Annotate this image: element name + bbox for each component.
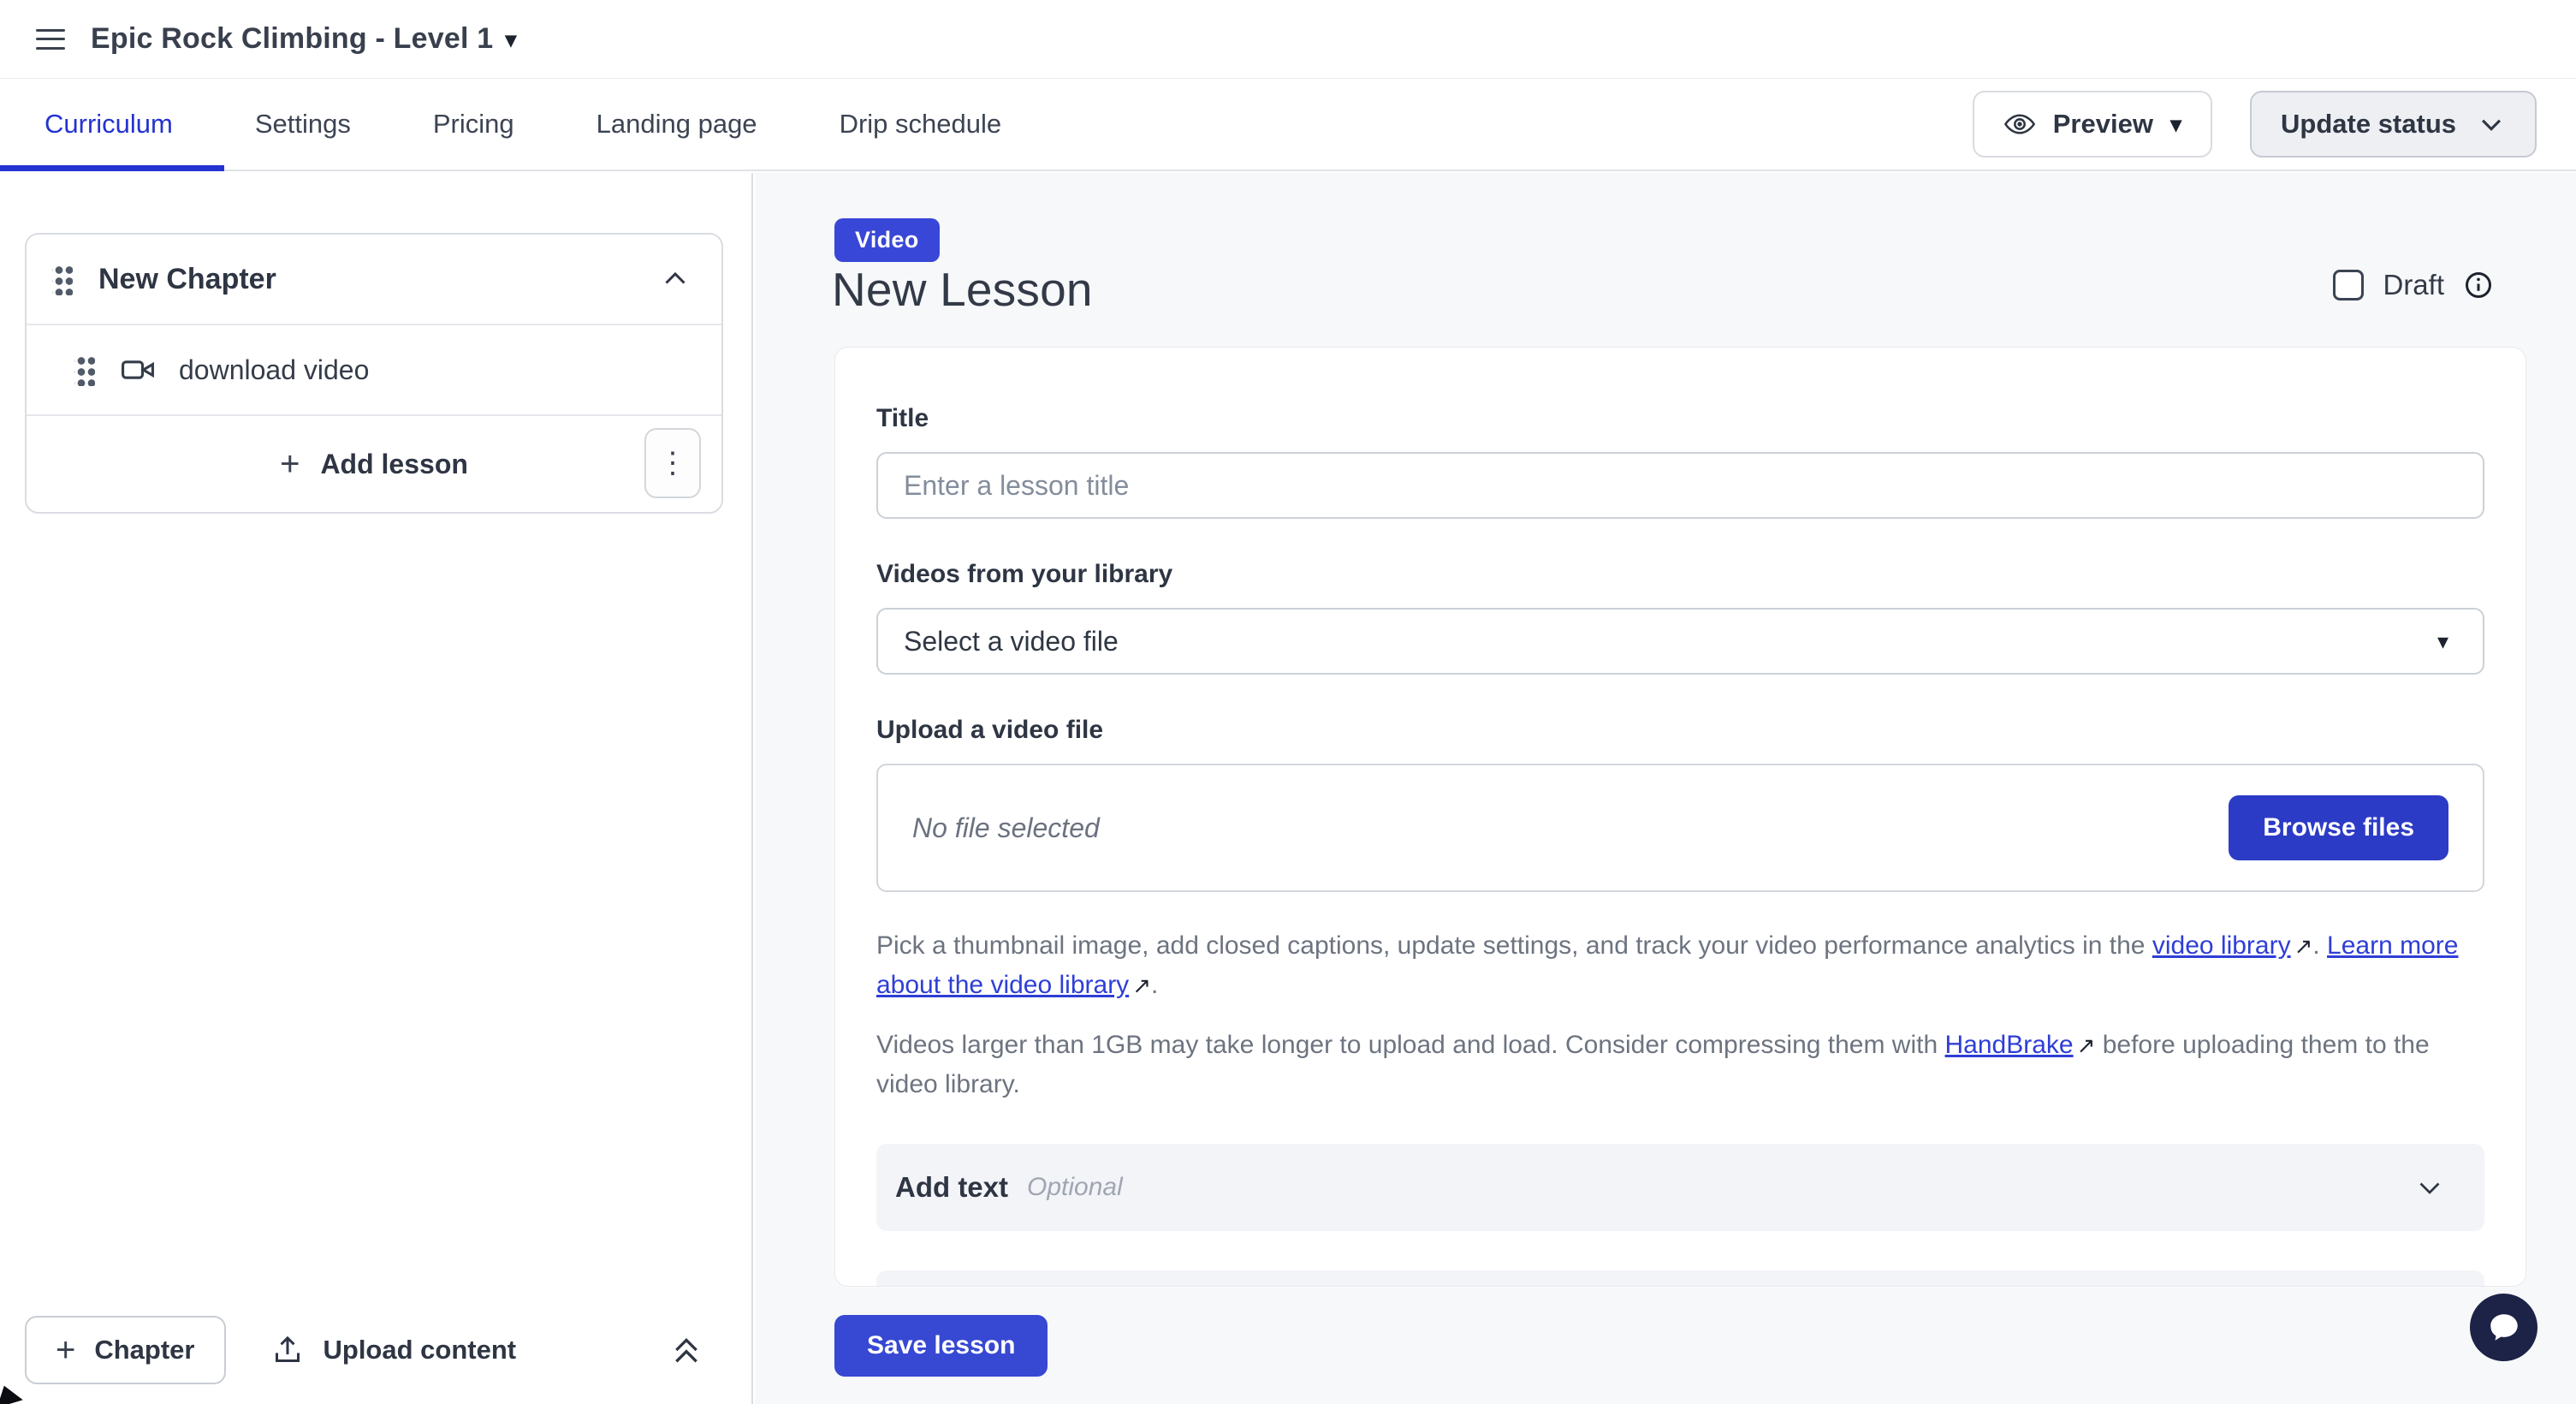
lesson-row[interactable]: download video — [27, 325, 721, 416]
chapter-button-label: Chapter — [94, 1335, 194, 1365]
add-text-section[interactable]: Add text Optional — [876, 1144, 2484, 1231]
caret-down-icon: ▾ — [2170, 113, 2181, 135]
video-camera-icon — [119, 351, 157, 389]
lesson-heading: New Lesson — [832, 262, 1093, 317]
draft-toggle: Draft — [2333, 269, 2494, 301]
tab-settings[interactable]: Settings — [255, 109, 351, 140]
course-title: Epic Rock Climbing - Level 1 — [91, 22, 493, 56]
add-downloads-section[interactable]: Add downloads Optional — [876, 1270, 2484, 1287]
double-chevron-up-icon — [669, 1331, 703, 1369]
preview-label: Preview — [2053, 109, 2153, 140]
update-status-button[interactable]: Update status — [2250, 91, 2537, 158]
external-link-icon: ↗ — [2074, 1032, 2096, 1058]
top-bar: Epic Rock Climbing - Level 1 ▾ — [0, 0, 2576, 79]
draft-checkbox[interactable] — [2333, 270, 2364, 300]
help-text: . — [2312, 931, 2327, 960]
browse-files-button[interactable]: Browse files — [2229, 795, 2448, 860]
upload-content-label: Upload content — [323, 1335, 517, 1365]
chevron-down-icon — [2414, 1172, 2445, 1203]
help-text: . — [1151, 971, 1158, 999]
tab-list: Curriculum Settings Pricing Landing page… — [0, 109, 1001, 140]
handbrake-link[interactable]: HandBrake — [1945, 1031, 2074, 1059]
course-title-dropdown[interactable]: Epic Rock Climbing - Level 1 ▾ — [91, 22, 517, 56]
plus-icon: + — [56, 1333, 75, 1367]
chapter-options-button[interactable]: ⋮ — [644, 428, 701, 498]
tab-pricing[interactable]: Pricing — [433, 109, 514, 140]
info-icon[interactable] — [2463, 270, 2494, 300]
video-file-select[interactable]: Select a video file ▾ — [876, 608, 2484, 675]
add-text-label: Add text — [895, 1171, 1008, 1204]
course-nav: Curriculum Settings Pricing Landing page… — [0, 79, 2576, 171]
lesson-editor-panel: Video New Lesson Draft Title Videos from… — [755, 173, 2576, 1404]
nav-actions: Preview ▾ Update status — [1973, 91, 2537, 158]
drag-handle-icon[interactable] — [74, 354, 95, 386]
caret-down-icon: ▾ — [505, 28, 516, 51]
update-status-label: Update status — [2281, 109, 2456, 140]
chapter-header[interactable]: New Chapter — [27, 235, 721, 325]
chat-widget-button[interactable] — [2470, 1294, 2537, 1361]
kebab-icon: ⋮ — [658, 446, 687, 480]
save-lesson-button[interactable]: Save lesson — [834, 1315, 1048, 1377]
chapter-card: New Chapter download video + Add lesson … — [25, 233, 723, 514]
eye-icon — [2003, 108, 2036, 140]
tab-curriculum[interactable]: Curriculum — [45, 109, 173, 140]
video-library-link[interactable]: video library — [2152, 931, 2291, 960]
chapter-title: New Chapter — [98, 263, 660, 296]
upload-content-button[interactable]: Upload content — [270, 1333, 517, 1367]
video-library-label: Videos from your library — [876, 560, 2484, 589]
no-file-text: No file selected — [912, 812, 1100, 844]
compression-help-text: Videos larger than 1GB may take longer t… — [876, 1026, 2484, 1104]
draft-label: Draft — [2383, 269, 2444, 301]
help-text: Videos larger than 1GB may take longer t… — [876, 1031, 1945, 1059]
add-lesson-row: + Add lesson ⋮ — [27, 416, 721, 512]
external-link-icon: ↗ — [1129, 973, 1151, 998]
lesson-type-badge: Video — [834, 218, 940, 262]
chat-bubble-icon — [2486, 1310, 2522, 1346]
optional-hint: Optional — [1027, 1173, 1123, 1202]
chevron-up-icon[interactable] — [660, 264, 691, 294]
upload-dropzone[interactable]: No file selected Browse files — [876, 764, 2484, 892]
lesson-title-input[interactable] — [876, 452, 2484, 519]
plus-icon: + — [280, 447, 300, 481]
selected-video-value: Select a video file — [904, 626, 1119, 657]
add-lesson-label: Add lesson — [320, 449, 467, 480]
video-library-help-text: Pick a thumbnail image, add closed capti… — [876, 926, 2484, 1005]
upload-video-label: Upload a video file — [876, 716, 2484, 745]
add-lesson-button[interactable]: + Add lesson — [280, 447, 468, 481]
sidebar-footer: + Chapter Upload content — [0, 1313, 751, 1387]
collapse-all-button[interactable] — [669, 1331, 703, 1369]
lesson-form-card: Title Videos from your library Select a … — [834, 347, 2526, 1287]
external-link-icon: ↗ — [2291, 933, 2313, 959]
tab-drip-schedule[interactable]: Drip schedule — [840, 109, 1002, 140]
caret-down-icon: ▾ — [2437, 628, 2448, 655]
curriculum-sidebar: New Chapter download video + Add lesson … — [0, 173, 753, 1404]
add-chapter-button[interactable]: + Chapter — [25, 1316, 226, 1384]
chevron-down-icon — [2477, 110, 2506, 139]
tab-landing-page[interactable]: Landing page — [597, 109, 757, 140]
help-text: Pick a thumbnail image, add closed capti… — [876, 931, 2152, 960]
active-tab-underline — [0, 165, 224, 171]
title-field-label: Title — [876, 404, 2484, 433]
lesson-title: download video — [179, 354, 369, 386]
preview-button[interactable]: Preview ▾ — [1973, 91, 2212, 158]
hamburger-menu-icon[interactable] — [36, 29, 65, 50]
drag-handle-icon[interactable] — [52, 263, 73, 295]
upload-icon — [270, 1333, 305, 1367]
